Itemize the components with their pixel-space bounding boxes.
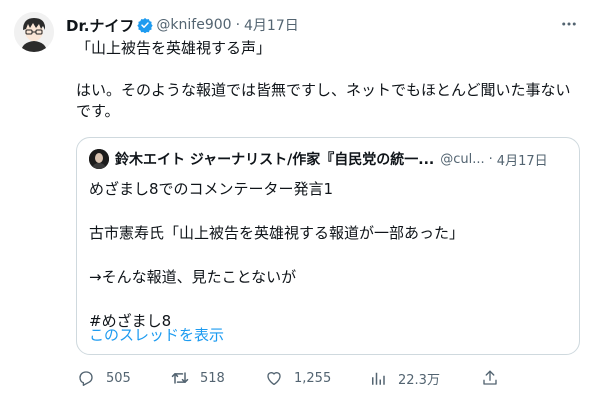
view-count: 22.3万	[398, 372, 440, 388]
like-count: 1,255	[294, 370, 332, 386]
reply-count: 505	[106, 370, 131, 386]
views-button[interactable]: 22.3万	[368, 366, 440, 390]
author-display-name[interactable]: Dr.ナイフ	[66, 15, 134, 36]
quoted-blank-line	[89, 200, 569, 222]
quoted-date: 4月17日	[496, 153, 548, 169]
quoted-tweet[interactable]: 鈴木エイト ジャーナリスト/作家『自民党の統一... @cul... · 4月1…	[76, 137, 580, 355]
more-icon[interactable]	[558, 14, 580, 34]
separator-dot: ·	[235, 17, 241, 33]
retweet-icon	[170, 368, 190, 388]
quoted-text: めざまし8でのコメンテーター発言1 古市憲寿氏「山上被告を英雄視する報道が一部あ…	[89, 178, 569, 332]
views-chart-icon	[368, 368, 388, 388]
separator-dot: ·	[488, 151, 493, 167]
heart-icon	[264, 368, 284, 388]
quoted-line: めざまし8でのコメンテーター発言1	[89, 180, 334, 198]
avatar[interactable]	[14, 12, 54, 52]
like-button[interactable]: 1,255	[264, 366, 331, 390]
tweet[interactable]: Dr.ナイフ @knife900 · 4月17日 「山上被告を英雄視する声」 は…	[0, 0, 598, 403]
quoted-blank-line	[89, 244, 569, 266]
share-button[interactable]	[480, 366, 510, 390]
tweet-text: 「山上被告を英雄視する声」 はい。そのような報道では皆無ですし、ネットでもほとん…	[76, 39, 571, 120]
quoted-line: →そんな報道、見たことないが	[89, 268, 297, 286]
show-thread-link[interactable]: このスレッドを表示	[89, 324, 224, 345]
reply-icon	[76, 368, 96, 388]
action-bar: 505 518 1,255 22.3万	[76, 366, 506, 390]
quoted-blank-line	[89, 288, 569, 310]
quoted-handle: @cul...	[440, 151, 485, 167]
reply-button[interactable]: 505	[76, 366, 131, 390]
retweet-button[interactable]: 518	[170, 366, 225, 390]
tweet-date[interactable]: 4月17日	[244, 15, 299, 35]
quoted-line: 古市憲寿氏「山上被告を英雄視する報道が一部あった」	[89, 224, 465, 242]
author-handle[interactable]: @knife900	[156, 17, 231, 33]
quoted-header: 鈴木エイト ジャーナリスト/作家『自民党の統一... @cul... · 4月1…	[115, 148, 548, 170]
retweet-count: 518	[200, 370, 225, 386]
verified-badge-icon	[137, 17, 154, 33]
tweet-header: Dr.ナイフ @knife900 · 4月17日	[66, 14, 299, 36]
quoted-display-name: 鈴木エイト ジャーナリスト/作家『自民党の統一...	[115, 152, 435, 168]
quoted-avatar	[89, 149, 109, 169]
share-icon	[480, 368, 500, 388]
